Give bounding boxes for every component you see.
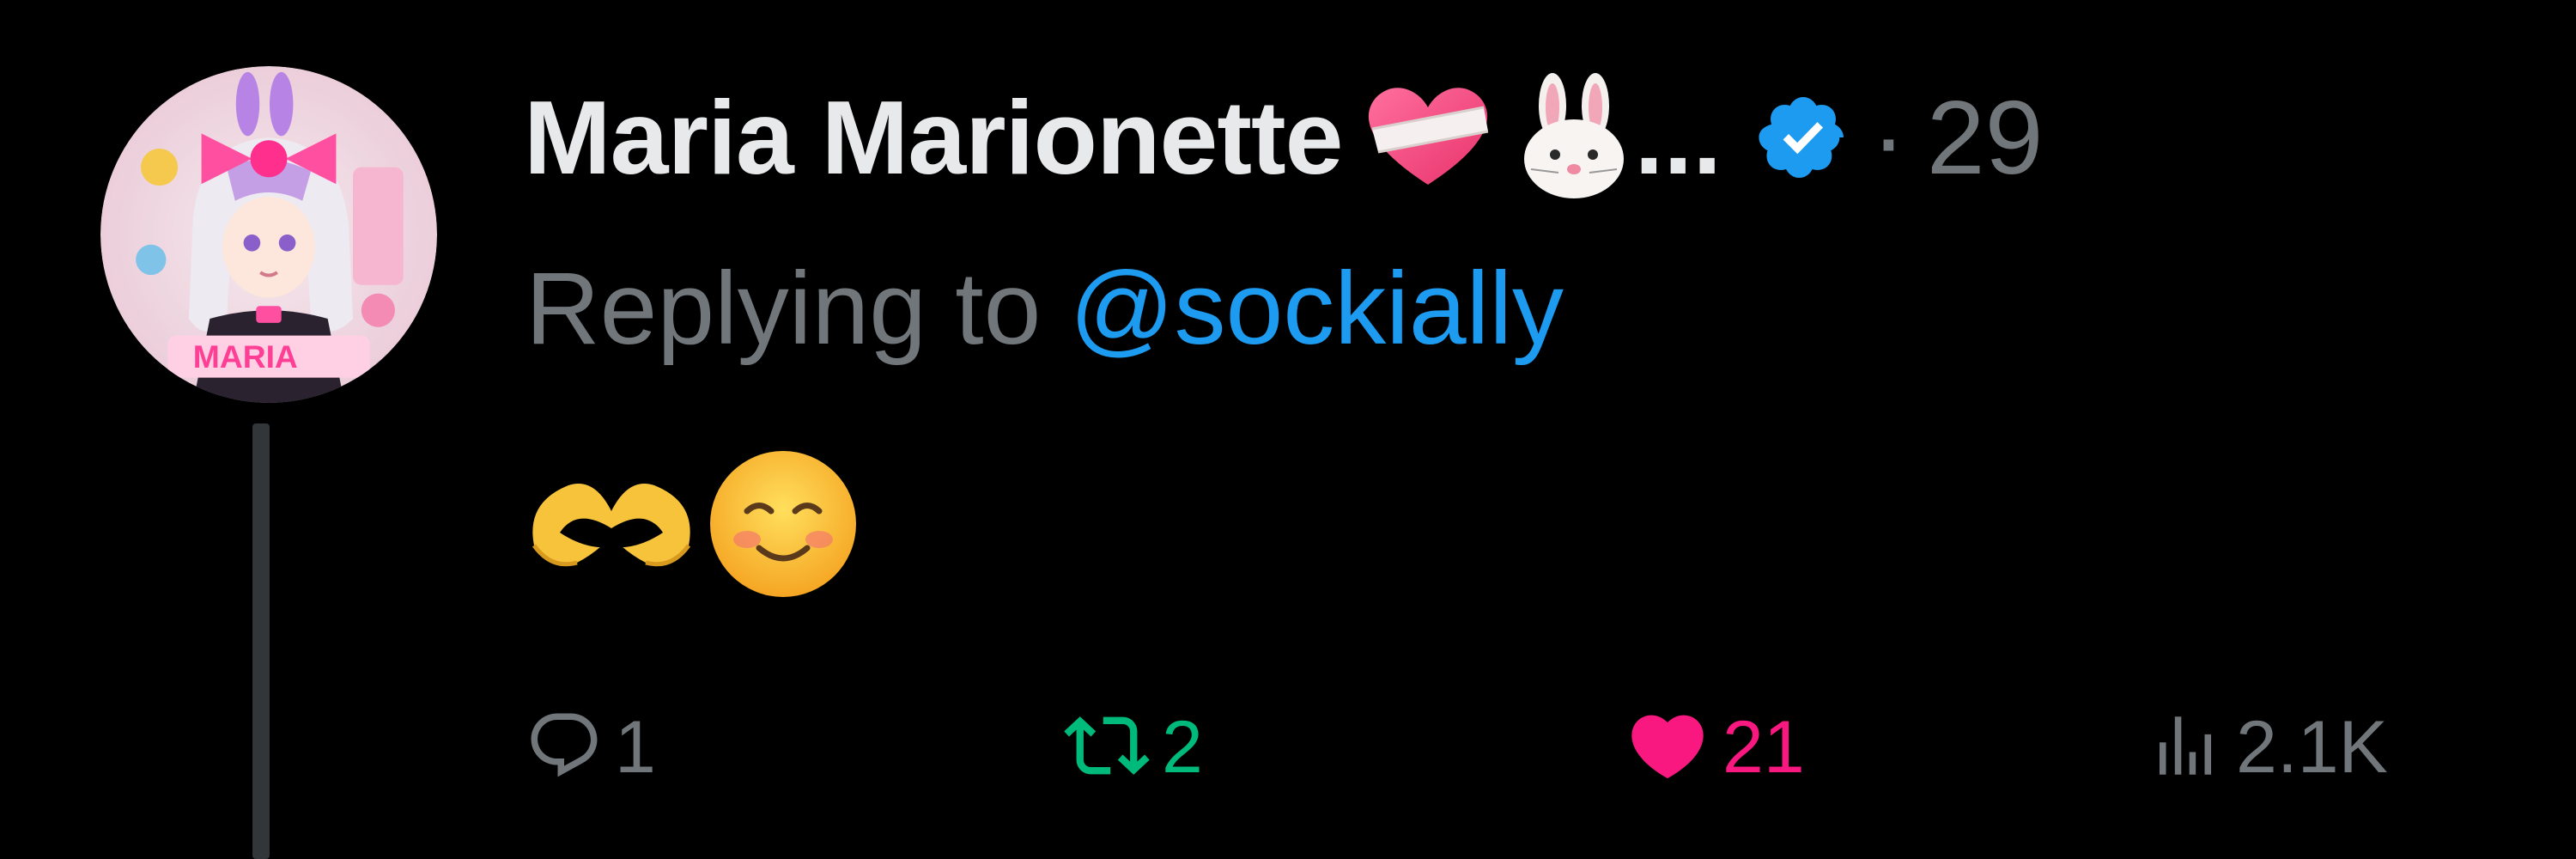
reply-handle-link[interactable]: @sockially [1070,251,1564,366]
replying-to-label: Replying to [526,251,1070,366]
tweet[interactable]: MARIA Maria Marionette ... · 29 Replying… [0,0,2576,859]
heart-icon [1625,703,1710,793]
tweet-text [526,447,860,606]
reply-icon [526,707,603,789]
mending-heart-emoji [1359,82,1497,193]
avatar[interactable]: MARIA [100,66,437,403]
action-bar: 1 2 21 2.1K [526,687,2543,807]
smiling-face-emoji [706,447,860,606]
reply-button[interactable]: 1 [526,687,656,807]
views-button[interactable]: 2.1K [2147,687,2388,807]
separator-dot: · [1871,79,1906,196]
like-button[interactable]: 21 [1625,687,1805,807]
display-name[interactable]: Maria Marionette [524,77,1343,198]
analytics-icon [2147,707,2224,789]
name-truncation: ... [1634,79,1722,196]
verified-badge-icon[interactable] [1756,90,1850,185]
like-count: 21 [1722,705,1805,789]
tweet-header: Maria Marionette ... · 29 [524,69,2576,206]
avatar-image: MARIA [100,66,437,403]
reply-count: 1 [615,705,656,789]
rabbit-face-emoji [1514,73,1634,202]
timestamp[interactable]: 29 [1927,77,2044,198]
replying-to: Replying to @sockially [526,249,1564,368]
heart-hands-emoji [526,468,697,584]
retweet-icon [1064,703,1150,793]
views-count: 2.1K [2236,705,2388,789]
retweet-button[interactable]: 2 [1064,687,1203,807]
retweet-count: 2 [1162,705,1203,789]
svg-text:MARIA: MARIA [193,338,298,375]
thread-line [252,423,270,859]
